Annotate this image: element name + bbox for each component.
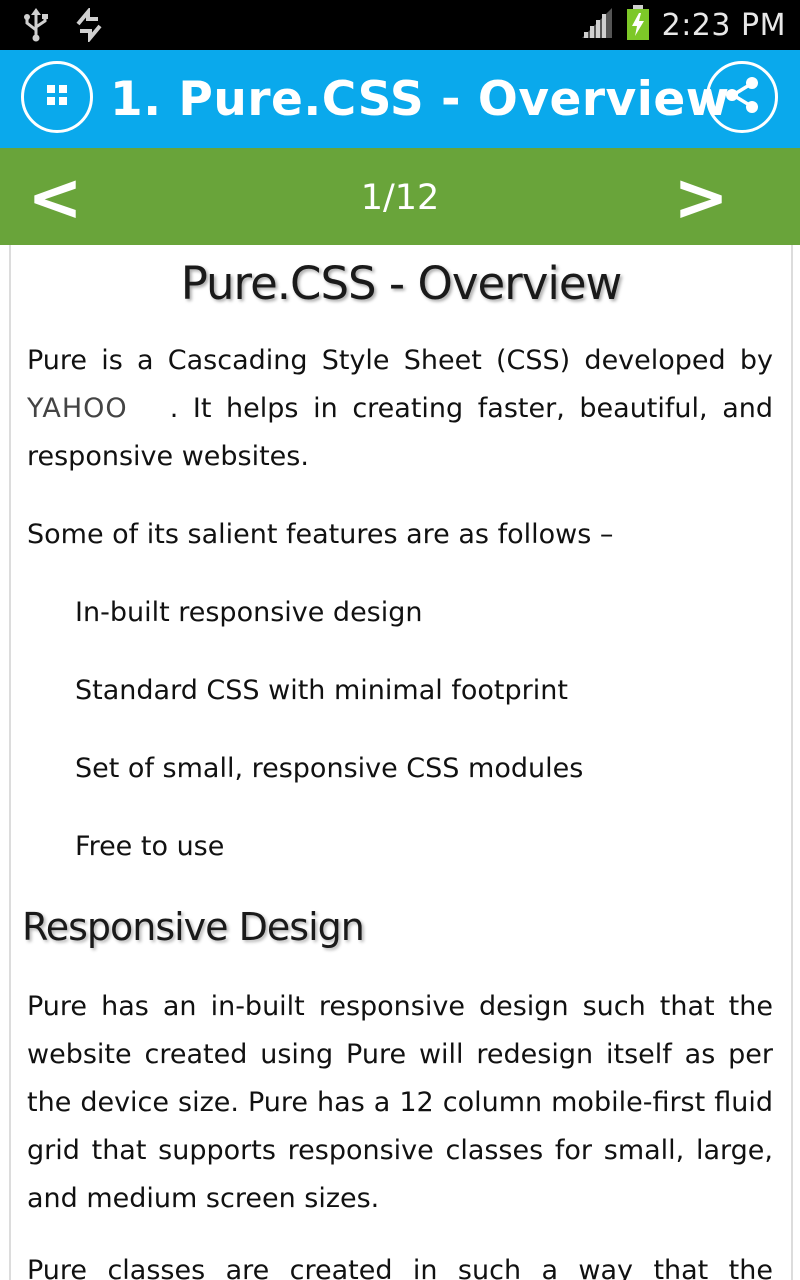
intro-paragraph: Pure is a Cascading Style Sheet (CSS) de…: [27, 337, 773, 481]
responsive-paragraph: Pure has an in-built responsive design s…: [27, 991, 773, 1214]
yahoo-brand-text: YAHOO: [27, 393, 128, 424]
share-button[interactable]: [706, 61, 778, 133]
classes-paragraph: Pure classes are created in such a way t…: [27, 1255, 773, 1280]
feature-item: Set of small, responsive CSS modules: [75, 753, 584, 784]
status-left-icons: [22, 6, 104, 46]
previous-page-button[interactable]: <: [10, 148, 100, 245]
status-right-area: 2:23 PM: [580, 0, 786, 50]
feature-item: Standard CSS with minimal footprint: [75, 675, 568, 706]
page-heading: Pure.CSS - Overview: [180, 257, 623, 310]
sync-icon: [74, 6, 104, 46]
features-intro: Some of its salient features are as foll…: [27, 519, 614, 550]
status-bar: 2:23 PM: [0, 0, 800, 50]
battery-charging-icon: [626, 5, 650, 45]
intro-text-start: Pure is a Cascading Style Sheet (CSS) de…: [27, 345, 773, 376]
intro-text-end: . It helps in creating faster, beautiful…: [27, 393, 773, 472]
share-icon: [721, 74, 763, 120]
pager-nav-bar: < 1/12 >: [0, 148, 800, 245]
article-content[interactable]: Pure.CSS - Overview Pure is a Cascading …: [9, 245, 793, 1280]
menu-button[interactable]: [21, 61, 93, 133]
next-page-button[interactable]: >: [656, 148, 746, 245]
app-bar: 1. Pure.CSS - Overview: [0, 50, 800, 148]
feature-item: Free to use: [75, 831, 225, 862]
signal-icon: [580, 6, 614, 44]
status-time: 2:23 PM: [661, 7, 786, 43]
grid-menu-icon: [45, 83, 69, 111]
app-title: 1. Pure.CSS - Overview: [110, 72, 730, 127]
page-indicator: 1/12: [360, 178, 440, 218]
feature-item: In-built responsive design: [75, 597, 423, 628]
section-heading: Responsive Design: [22, 905, 365, 949]
usb-icon: [22, 8, 50, 46]
